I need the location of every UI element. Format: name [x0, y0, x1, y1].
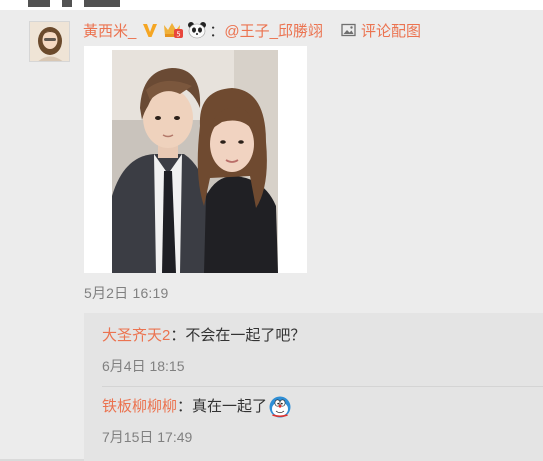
comment-thread: 黃西米_ 5 ： @王子_邱勝翊 评论配图 5月2日 16:19 大圣齐天2 ：… [0, 0, 543, 461]
reply-item: 大圣齐天2 ： 不会在一起了吧？ 6月4日 18:15 [102, 324, 542, 376]
reply-colon: ： [177, 398, 193, 415]
comment-picture-label: 评论配图 [360, 22, 421, 40]
reply-content: 铁板柳柳柳 ： 真在一起了 [102, 395, 542, 419]
reply-timestamp: 6月4日 18:15 [102, 358, 185, 374]
panda-emoji-icon [187, 21, 207, 39]
reply-username[interactable]: 铁板柳柳柳 [102, 395, 177, 419]
reply-content: 大圣齐天2 ： 不会在一起了吧？ [102, 324, 542, 348]
reply-list: 大圣齐天2 ： 不会在一起了吧？ 6月4日 18:15 铁板柳柳柳 ： 真在一起… [84, 313, 543, 461]
reply-item: 铁板柳柳柳 ： 真在一起了 7月15日 17:49 [102, 395, 542, 447]
comment-picture[interactable] [84, 46, 307, 273]
comment-username[interactable]: 黃西米_ [83, 20, 136, 41]
comment-picture-link[interactable]: 评论配图 [341, 20, 421, 41]
image-icon [341, 23, 356, 37]
svg-text:5: 5 [177, 31, 181, 39]
reply-timestamp: 7月15日 17:49 [102, 429, 193, 445]
mention-link[interactable]: @王子_邱勝翊 [224, 20, 323, 41]
reply-text: 不会在一起了吧？ [185, 327, 306, 344]
avatar[interactable] [29, 21, 70, 62]
verified-v-icon [142, 22, 158, 38]
reply-divider [102, 386, 543, 387]
comment-timestamp: 5月2日 16:19 [84, 285, 169, 301]
member-level-badge-icon: 5 [162, 21, 184, 39]
comment-header: 黃西米_ 5 ： @王子_邱勝翊 评论配图 [83, 20, 421, 40]
comment-colon: ： [209, 22, 225, 40]
reply-username[interactable]: 大圣齐天2 [102, 324, 170, 348]
cropped-header-strip [0, 0, 543, 10]
doraemon-emoji-icon [268, 395, 292, 419]
reply-text: 真在一起了 [192, 398, 268, 415]
reply-colon: ： [170, 327, 186, 344]
cropped-text-fragment [28, 0, 148, 7]
